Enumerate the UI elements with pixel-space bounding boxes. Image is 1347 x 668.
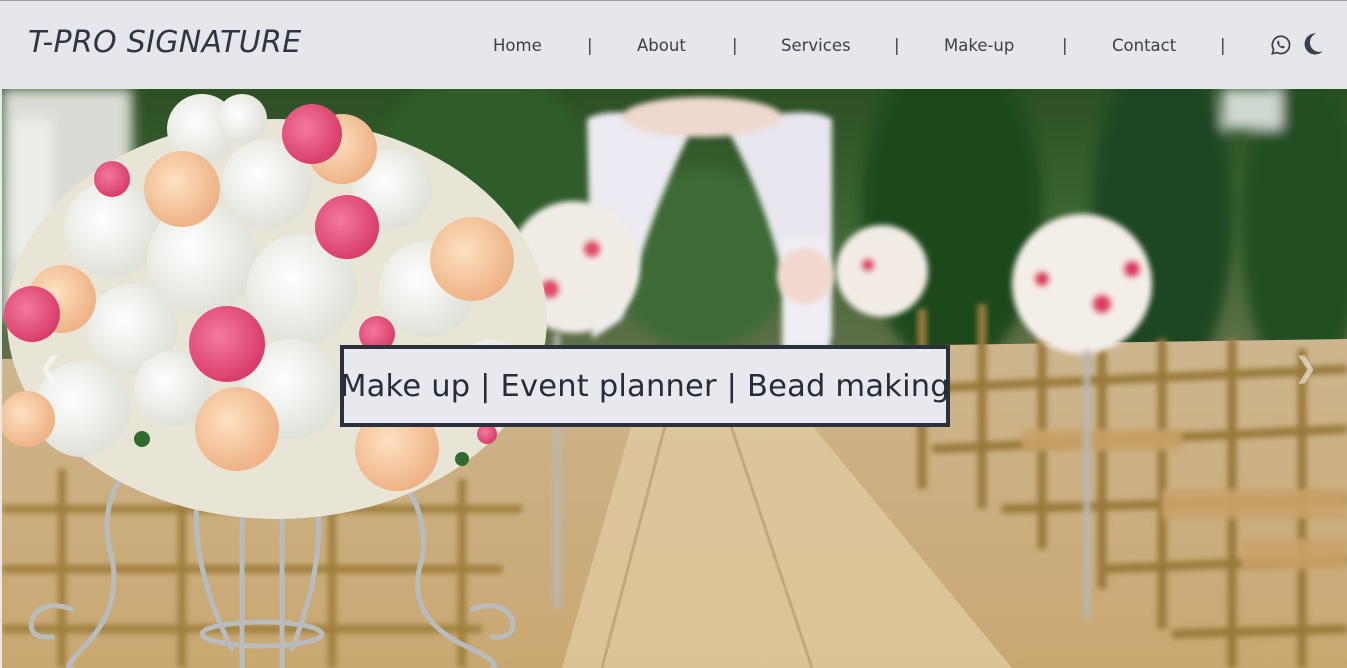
hero-caption: Make up | Event planner | Bead making	[340, 368, 950, 404]
navbar: T-PRO SIGNATURE Home | About | Services …	[0, 0, 1347, 89]
carousel-prev-arrow[interactable]: ❮	[38, 351, 61, 384]
nav-separator: |	[1220, 36, 1226, 55]
hero-caption-box: Make up | Event planner | Bead making	[340, 345, 950, 427]
nav-contact[interactable]: Contact	[1112, 36, 1176, 55]
hero-carousel: ❮ ❯ Make up | Event planner | Bead makin…	[2, 89, 1347, 668]
moon-icon[interactable]	[1302, 32, 1324, 60]
nav-about[interactable]: About	[637, 36, 686, 55]
nav-separator: |	[587, 36, 593, 55]
nav-separator: |	[1062, 36, 1068, 55]
nav-separator: |	[732, 36, 738, 55]
nav-services[interactable]: Services	[781, 36, 851, 55]
nav-makeup[interactable]: Make-up	[944, 36, 1014, 55]
nav-separator: |	[894, 36, 900, 55]
carousel-next-arrow[interactable]: ❯	[1294, 351, 1317, 384]
main-nav: Home | About | Services | Make-up | Cont…	[0, 36, 1347, 58]
whatsapp-icon[interactable]	[1270, 34, 1292, 60]
nav-home[interactable]: Home	[493, 36, 542, 55]
